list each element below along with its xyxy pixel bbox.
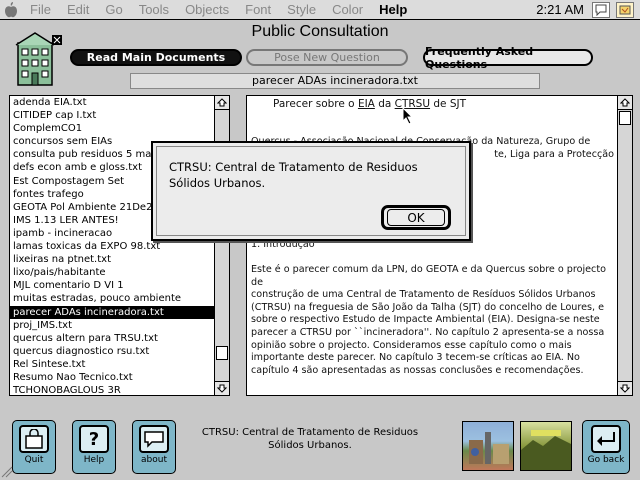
incinerator-thumbnail-icon[interactable] xyxy=(462,421,514,471)
shopping-bag-icon xyxy=(19,425,49,453)
list-item[interactable]: parecer ADAs incineradora.txt xyxy=(10,305,215,319)
list-item[interactable]: proj_IMS.txt xyxy=(10,319,215,332)
speech-bubble-icon xyxy=(139,425,169,453)
heading-text-pre: Parecer sobre o xyxy=(273,98,358,110)
quit-label: Quit xyxy=(24,455,44,465)
list-item[interactable]: Rel Sintese.txt xyxy=(10,358,215,371)
menu-help[interactable]: Help xyxy=(371,2,415,17)
current-file-label: parecer ADAs incineradora.txt xyxy=(130,73,540,89)
document-body-line: sobre o respectivo Estudo de Impacte Amb… xyxy=(251,314,600,326)
landscape-thumbnail-icon[interactable] xyxy=(520,421,572,471)
doc-scroll-down-arrow-icon[interactable] xyxy=(618,381,632,395)
document-body-line: Este é o parecer comum da LPN, do GEOTA … xyxy=(251,264,606,288)
arrow-cursor-icon xyxy=(402,106,414,129)
list-item[interactable]: MJL comentario D VI 1 xyxy=(10,279,215,292)
main-window: Public Consultation Read Main Documents … xyxy=(0,21,640,480)
menu-edit[interactable]: Edit xyxy=(59,2,97,17)
doc-scroll-thumb[interactable] xyxy=(619,111,631,125)
status-text: CTRSU: Central de Tratamento de Residuos… xyxy=(201,427,419,451)
list-item[interactable]: ComplemCO1 xyxy=(10,122,215,135)
document-body-line: (CTRSU) na freguesia de São João da Talh… xyxy=(251,301,605,313)
list-item[interactable]: lixeiras na ptnet.txt xyxy=(10,253,215,266)
list-item[interactable]: muitas estradas, pouco ambiente xyxy=(10,292,215,305)
application-menu-icon[interactable] xyxy=(616,1,634,18)
menu-color[interactable]: Color xyxy=(324,2,371,17)
go-back-button[interactable]: Go back xyxy=(582,420,630,474)
definition-dialog: CTRSU: Central de Tratamento de Residuos… xyxy=(151,141,471,241)
menubar-clock: 2:21 AM xyxy=(536,2,584,17)
list-item[interactable]: lamas toxicas da EXPO 98.txt xyxy=(10,240,215,253)
question-mark-icon: ? xyxy=(79,425,109,453)
apple-menu-icon[interactable] xyxy=(0,0,22,20)
balloon-help-icon[interactable] xyxy=(592,1,610,18)
eia-link[interactable]: EIA xyxy=(358,98,375,110)
list-item[interactable]: lixo/pais/habitante xyxy=(10,266,215,279)
doc-scroll-up-arrow-icon[interactable] xyxy=(618,96,632,110)
menu-bar: File Edit Go Tools Objects Font Style Co… xyxy=(0,0,640,20)
list-item[interactable]: quercus altern para TRSU.txt xyxy=(10,332,215,345)
pose-new-question-button[interactable]: Pose New Question xyxy=(246,49,408,66)
menu-style[interactable]: Style xyxy=(279,2,324,17)
help-button[interactable]: ? Help xyxy=(72,420,116,474)
document-body-line: capítulo 4 são apresentadas as nossas co… xyxy=(251,364,584,376)
ok-button-label: OK xyxy=(387,209,445,226)
heading-text-mid: da xyxy=(374,98,395,110)
menu-font[interactable]: Font xyxy=(237,2,279,17)
frequently-asked-questions-button[interactable]: Frequently Asked Questions xyxy=(423,45,593,71)
window-title: Public Consultation xyxy=(251,23,389,40)
dialog-message: CTRSU: Central de Tratamento de Residuos… xyxy=(169,160,418,190)
menu-objects[interactable]: Objects xyxy=(177,2,237,17)
resize-grip-icon[interactable] xyxy=(0,459,14,479)
go-back-label: Go back xyxy=(587,455,625,465)
document-body: Este é o parecer comum da LPN, do GEOTA … xyxy=(251,264,614,377)
menu-file[interactable]: File xyxy=(22,2,59,17)
document-body-line: construção de uma Central de Tratamento … xyxy=(251,289,596,301)
about-button[interactable]: about xyxy=(132,420,176,474)
list-item[interactable]: quercus diagnostico rsu.txt xyxy=(10,345,215,358)
quit-button[interactable]: Quit xyxy=(12,420,56,474)
document-scrollbar[interactable] xyxy=(617,96,632,395)
heading-text-post: de SJT xyxy=(430,98,467,110)
list-item[interactable]: CITIDEP cap I.txt xyxy=(10,109,215,122)
menu-tools[interactable]: Tools xyxy=(131,2,177,17)
read-main-documents-button[interactable]: Read Main Documents xyxy=(70,49,242,66)
list-item[interactable]: Resumo Nao Tecnico.txt xyxy=(10,371,215,384)
help-label: Help xyxy=(83,455,105,465)
list-item[interactable]: TCHONOBAGLOUS 3R xyxy=(10,384,215,395)
menu-go[interactable]: Go xyxy=(97,2,130,17)
document-heading: Parecer sobre o EIA da CTRSU de SJT xyxy=(251,96,614,112)
document-body-line: opinião sobre o projecto. Consideramos e… xyxy=(251,339,572,351)
about-label: about xyxy=(141,455,167,465)
document-body-line: importante deste parecer. No capítulo 3 … xyxy=(251,352,580,364)
list-item[interactable]: adenda EIA.txt xyxy=(10,96,215,109)
dialog-frame: CTRSU: Central de Tratamento de Residuos… xyxy=(156,146,466,236)
return-arrow-icon xyxy=(591,425,621,453)
scroll-thumb[interactable] xyxy=(216,346,228,360)
ok-button[interactable]: OK xyxy=(381,205,451,230)
scroll-down-arrow-icon[interactable] xyxy=(215,381,229,395)
scroll-up-arrow-icon[interactable] xyxy=(215,96,229,110)
document-body-line: parecer a CTRSU por ``incineradora''. No… xyxy=(251,326,605,338)
